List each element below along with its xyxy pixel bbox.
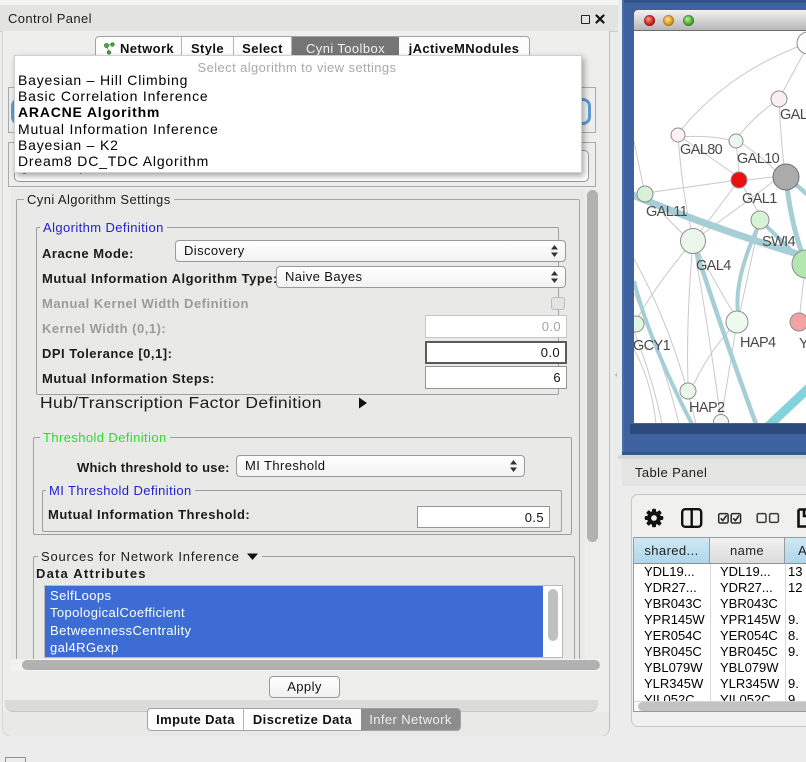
svg-text:GAL4: GAL4 (696, 258, 731, 274)
svg-text:GAL11: GAL11 (646, 204, 688, 220)
svg-text:GAL80: GAL80 (680, 142, 723, 158)
svg-text:Y: Y (799, 336, 806, 352)
svg-text:GAL1: GAL1 (742, 191, 777, 207)
svg-text:GAL10: GAL10 (737, 151, 780, 167)
svg-text:GCY1: GCY1 (634, 338, 671, 354)
svg-text:HAP4: HAP4 (740, 335, 776, 351)
svg-text:GAL7: GAL7 (780, 107, 806, 123)
svg-text:HAP2: HAP2 (689, 400, 725, 416)
svg-text:SWI4: SWI4 (762, 234, 796, 250)
